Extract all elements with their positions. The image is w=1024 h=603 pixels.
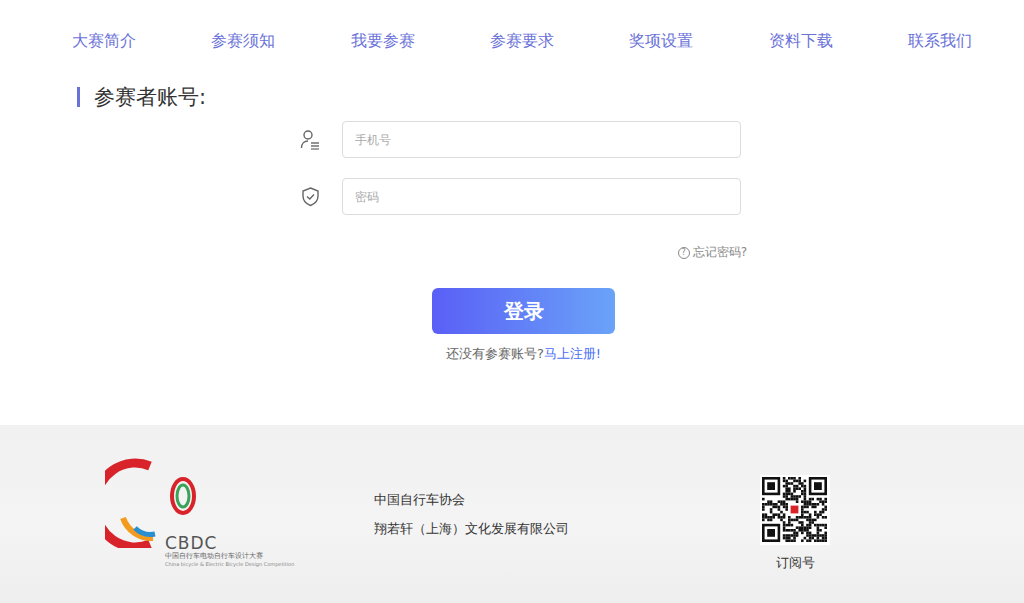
shield-icon [300, 186, 321, 207]
qr-code-icon [760, 475, 830, 545]
register-prompt: 还没有参赛账号?马上注册! [300, 345, 747, 363]
footer: CBDC中国自行车电动自行车设计大赛China bicycle & Electr… [0, 425, 1024, 603]
phone-row [300, 121, 747, 158]
user-icon [300, 129, 321, 150]
nav-item[interactable]: 奖项设置 [629, 31, 693, 52]
organizers: 中国自行车协会翔若轩（上海）文化发展有限公司 [374, 425, 760, 603]
register-prompt-text: 还没有参赛账号? [446, 346, 544, 361]
top-nav: 大赛简介 参赛须知 我要参赛 参赛要求 奖项设置 资料下载 联系我们 [0, 0, 1024, 82]
nav-item[interactable]: 我要参赛 [351, 31, 415, 52]
nav-item[interactable]: 联系我们 [908, 31, 972, 52]
login-form: ?忘记密码? 登录还没有参赛账号?马上注册! [300, 121, 747, 363]
heading-bar [77, 87, 80, 107]
organizer: 翔若轩（上海）文化发展有限公司 [374, 520, 760, 538]
phone-input[interactable] [342, 121, 741, 158]
register-link[interactable]: 马上注册! [544, 346, 601, 361]
question-icon: ? [678, 247, 690, 259]
nav-item[interactable]: 大赛简介 [72, 31, 136, 52]
section-title: 参赛者账号: [94, 83, 206, 111]
forgot-password-link[interactable]: ?忘记密码? [300, 244, 747, 261]
nav-item[interactable]: 资料下载 [769, 31, 833, 52]
nav-item[interactable]: 参赛须知 [211, 31, 275, 52]
logo-subtitle-en: China bicycle & Electric Bicycle Design … [165, 561, 374, 568]
logo-subtitle-cn: 中国自行车电动自行车设计大赛 [165, 552, 374, 561]
qr-block: 订阅号 [760, 425, 830, 603]
cbdc-logo: CBDC中国自行车电动自行车设计大赛China bicycle & Electr… [105, 425, 374, 603]
logo-texts: CBDC中国自行车电动自行车设计大赛China bicycle & Electr… [165, 534, 374, 568]
login-button[interactable]: 登录 [432, 288, 615, 334]
section-heading: 参赛者账号: [77, 82, 1024, 112]
qr-caption: 订阅号 [776, 554, 815, 572]
password-input[interactable] [342, 178, 741, 215]
password-row [300, 178, 747, 215]
logo-title: CBDC [165, 534, 374, 552]
nav-item[interactable]: 参赛要求 [490, 31, 554, 52]
forgot-text[interactable]: 忘记密码? [693, 244, 747, 261]
organizer: 中国自行车协会 [374, 491, 760, 509]
